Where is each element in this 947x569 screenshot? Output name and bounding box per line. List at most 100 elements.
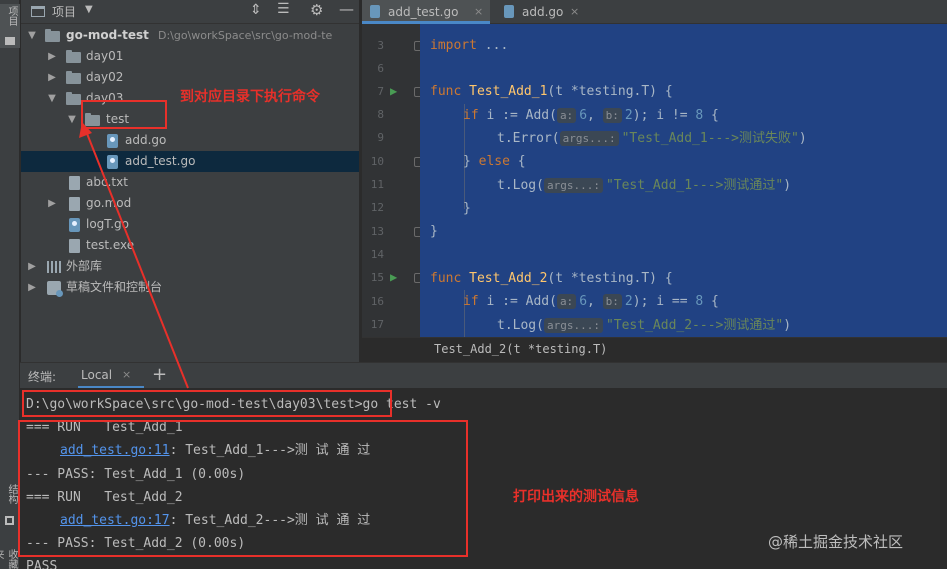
tree-item-test-exe[interactable]: test.exe — [21, 235, 359, 256]
tree-item-day02[interactable]: ▶ day02 — [21, 67, 359, 88]
terminal-line: PASS — [26, 559, 58, 569]
chevron-down-icon[interactable]: ▼ — [66, 109, 78, 130]
tree-item-label: go-mod-test — [66, 28, 149, 42]
tab-add-go[interactable]: add.go × — [496, 0, 592, 24]
gear-icon[interactable]: ⚙ — [310, 1, 323, 19]
code-line-15: func Test_Add_2(t *testing.T) { — [430, 271, 673, 286]
library-icon — [47, 261, 61, 273]
annotation-dir-note: 到对应目录下执行命令 — [180, 89, 320, 105]
breadcrumb-function[interactable]: Test_Add_2(t *testing.T) — [434, 342, 607, 356]
project-view-title[interactable]: 项目 — [52, 3, 76, 20]
chevron-right-icon[interactable]: ▶ — [46, 46, 58, 67]
chevron-right-icon[interactable]: ▶ — [26, 277, 38, 298]
exe-file-icon — [69, 239, 80, 253]
structure-icon — [5, 516, 14, 525]
tree-item-label: 草稿文件和控制台 — [66, 280, 163, 294]
folder-icon — [66, 71, 81, 84]
project-tool-label[interactable]: 项目 — [2, 6, 18, 26]
tree-item-path: D:\go\workSpace\src\go-mod-te — [158, 29, 333, 42]
go-file-icon — [69, 218, 80, 232]
close-icon[interactable]: × — [122, 368, 131, 381]
go-file-icon — [107, 134, 118, 148]
favorites-tool-label[interactable]: 收藏夹 — [0, 549, 18, 569]
project-panel: 项目 ▼ ⇕ ☰ ⚙ — ▼ go-mod-test D:\go\workSpa… — [21, 0, 359, 362]
tree-item-logt-go[interactable]: logT.go — [21, 214, 359, 235]
scratch-icon — [47, 281, 63, 297]
go-file-icon — [107, 155, 118, 169]
minimize-icon[interactable]: — — [339, 0, 354, 18]
annotation-box-output — [18, 420, 468, 557]
line-number: 12 — [370, 201, 384, 214]
chevron-down-icon[interactable]: ▼ — [46, 88, 58, 109]
tab-label: add.go — [522, 5, 564, 19]
close-icon[interactable]: × — [570, 0, 579, 24]
chevron-down-icon[interactable]: ▼ — [85, 4, 93, 15]
breadcrumb[interactable]: Test_Add_2(t *testing.T) — [362, 337, 947, 362]
code-line-17: t.Log(args...: "Test_Add_2--->测试通过") — [497, 318, 792, 333]
terminal-header: 终端: Local × + — [20, 362, 947, 389]
text-file-icon — [69, 176, 80, 190]
tree-item-go-mod-test[interactable]: ▼ go-mod-test D:\go\workSpace\src\go-mod… — [21, 25, 359, 46]
editor-gutter: 3 6 7 ▶ 8 9 10 11 12 13 14 15 ▶ 16 17 — [362, 24, 422, 337]
tree-item-scratches[interactable]: ▶ 草稿文件和控制台 — [21, 277, 359, 298]
tree-item-go-mod[interactable]: ▶ go.mod — [21, 193, 359, 214]
line-number: 3 — [377, 39, 384, 52]
tree-item-abc-txt[interactable]: abc.txt — [21, 172, 359, 193]
code-line-3: import ... — [430, 38, 509, 53]
line-number: 13 — [370, 225, 384, 238]
chevron-right-icon[interactable]: ▶ — [26, 256, 38, 277]
tree-item-label: add.go — [125, 133, 167, 147]
annotation-box-test-folder — [81, 100, 167, 129]
line-number: 14 — [370, 248, 384, 261]
code-line-9: t.Error(args...: "Test_Add_1--->测试失败") — [497, 131, 807, 146]
chevron-right-icon[interactable]: ▶ — [46, 193, 58, 214]
tree-item-label: day02 — [86, 70, 124, 84]
chevron-down-icon[interactable]: ▼ — [26, 25, 38, 46]
tool-window-strip: 项目 结构 收藏夹 — [0, 0, 20, 569]
line-number: 10 — [370, 155, 384, 168]
run-test-icon[interactable]: ▶ — [390, 84, 404, 98]
editor-tab-bar: add_test.go × add.go × — [362, 0, 947, 24]
code-line-10: } else { — [463, 154, 526, 169]
go-file-icon — [370, 5, 380, 18]
tab-local[interactable]: Local × — [78, 363, 144, 389]
line-number: 9 — [377, 131, 384, 144]
expand-all-icon[interactable]: ⇕ — [250, 2, 262, 18]
folder-tool-icon — [5, 37, 15, 45]
chevron-right-icon[interactable]: ▶ — [46, 67, 58, 88]
structure-tool-label[interactable]: 结构 — [2, 484, 18, 504]
tree-item-label: test.exe — [86, 238, 135, 252]
mod-file-icon — [69, 197, 80, 211]
folder-icon — [45, 29, 60, 42]
run-test-icon[interactable]: ▶ — [390, 270, 404, 284]
tree-item-add-go[interactable]: add.go — [21, 130, 359, 151]
collapse-all-icon[interactable]: ☰ — [277, 1, 290, 17]
project-panel-header: 项目 ▼ ⇕ ☰ ⚙ — — [21, 0, 359, 24]
tab-label: add_test.go — [388, 5, 459, 19]
tree-item-add-test-go[interactable]: add_test.go — [21, 151, 359, 172]
line-number: 8 — [377, 108, 384, 121]
tree-item-external-libraries[interactable]: ▶ 外部库 — [21, 256, 359, 277]
tree-item-label: 外部库 — [66, 259, 103, 273]
annotation-output-note: 打印出来的测试信息 — [513, 489, 639, 505]
tree-item-day01[interactable]: ▶ day01 — [21, 46, 359, 67]
line-number: 7 — [377, 85, 384, 98]
tree-item-test[interactable]: ▼ test — [21, 109, 359, 130]
tab-label: Local — [81, 368, 113, 382]
tree-item-label: abc.txt — [86, 175, 128, 189]
code-line-7: func Test_Add_1(t *testing.T) { — [430, 84, 673, 99]
tree-item-label: go.mod — [86, 196, 132, 210]
line-number: 17 — [370, 318, 384, 331]
add-tab-icon[interactable]: + — [152, 364, 167, 385]
tree-item-label: add_test.go — [125, 154, 196, 168]
annotation-box-command — [22, 390, 392, 417]
line-number: 15 — [370, 271, 384, 284]
code-editor[interactable]: import ... func Test_Add_1(t *testing.T)… — [420, 24, 947, 337]
tab-add-test-go[interactable]: add_test.go × — [362, 0, 490, 24]
code-line-11: t.Log(args...: "Test_Add_1--->测试通过") — [497, 178, 792, 193]
folder-icon — [66, 92, 81, 105]
close-icon[interactable]: × — [474, 0, 483, 24]
line-number: 6 — [377, 62, 384, 75]
code-line-13: } — [430, 224, 438, 239]
tree-item-label: logT.go — [86, 217, 129, 231]
